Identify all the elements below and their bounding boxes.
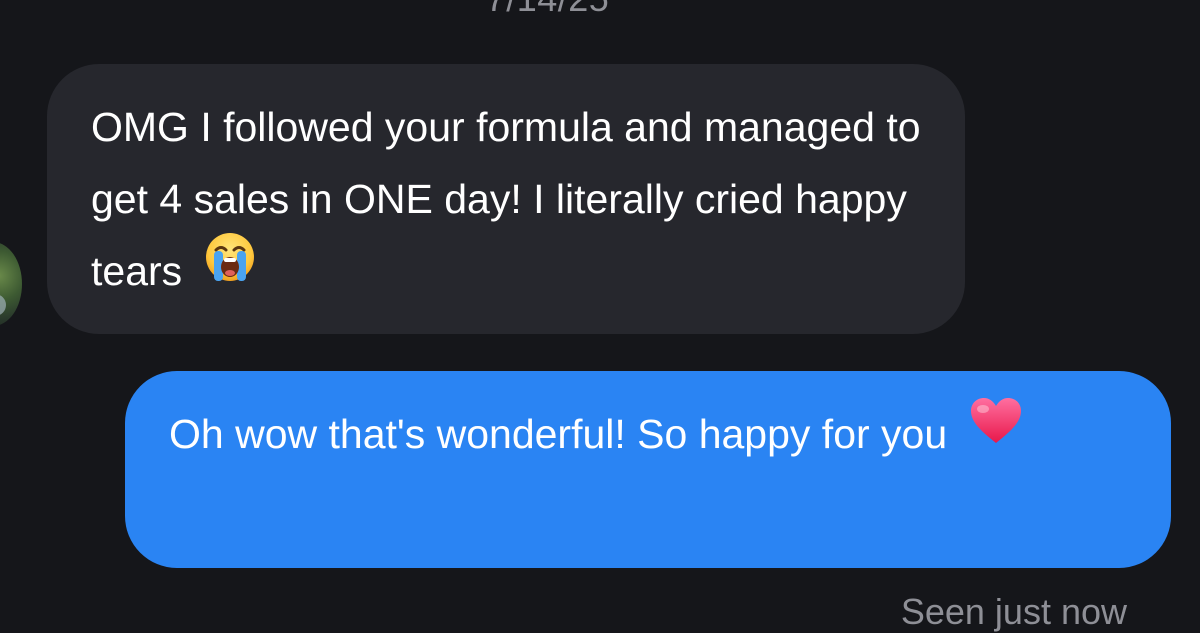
message-timestamp: 7/14/25 bbox=[0, 0, 1095, 20]
avatar[interactable] bbox=[0, 242, 22, 326]
sent-message-bubble[interactable]: Oh wow that's wonderful! So happy for yo… bbox=[125, 371, 1171, 568]
loudly-crying-face-icon bbox=[204, 231, 256, 305]
seen-status: Seen just now bbox=[900, 591, 1127, 632]
sent-message-text: Oh wow that's wonderful! So happy for yo… bbox=[169, 411, 948, 457]
received-message-bubble[interactable]: OMG I followed your formula and managed … bbox=[47, 64, 965, 334]
red-heart-icon bbox=[969, 395, 1023, 467]
